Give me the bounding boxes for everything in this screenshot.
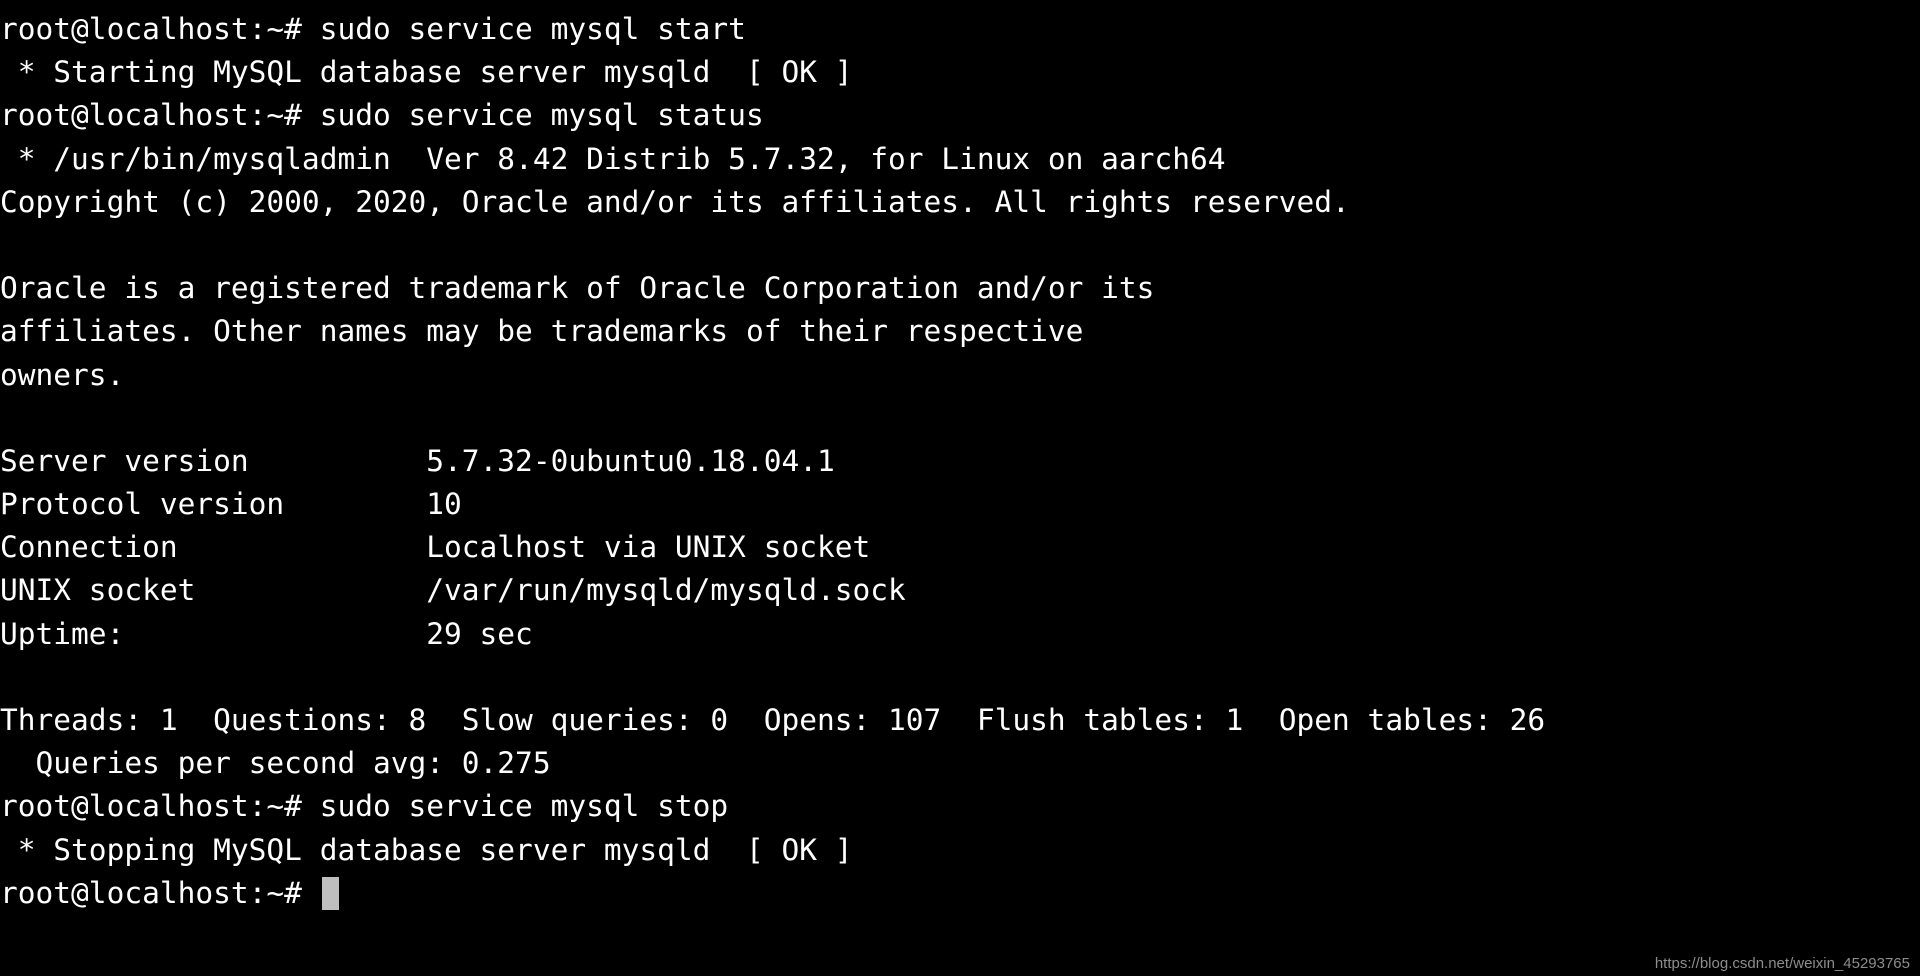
terminal-line-command-stop: root@localhost:~# sudo service mysql sto… [0, 789, 729, 824]
watermark-url: https://blog.csdn.net/weixin_45293765 [1654, 955, 1910, 972]
terminal-line-threads-stats: Threads: 1 Questions: 8 Slow queries: 0 … [0, 703, 1546, 737]
terminal-line-blank-1 [0, 224, 1920, 267]
terminal-line-queries-per-second: Queries per second avg: 0.275 [0, 746, 551, 781]
terminal-line-protocol-version: Protocol version 10 [0, 487, 462, 522]
terminal-line-server-version: Server version 5.7.32-0ubuntu0.18.04.1 [0, 443, 835, 478]
terminal-line-trademark-1: Oracle is a registered trademark of Orac… [0, 271, 1155, 306]
terminal-line-blank-3 [0, 656, 1920, 699]
terminal-line-blank-2 [0, 397, 1920, 440]
terminal-line-connection: Connection Localhost via UNIX socket [0, 530, 871, 565]
terminal-line-unix-socket: UNIX socket /var/run/mysqld/mysqld.sock [0, 573, 906, 608]
terminal-line-mysqladmin-version: * /usr/bin/mysqladmin Ver 8.42 Distrib 5… [0, 141, 1226, 176]
terminal-line-uptime: Uptime: 29 sec [0, 616, 533, 651]
terminal-line-command-start: root@localhost:~# sudo service mysql sta… [0, 12, 746, 46]
text-cursor-block [321, 876, 339, 910]
terminal-window[interactable]: root@localhost:~# sudo service mysql sta… [0, 0, 1920, 976]
terminal-line-trademark-3: owners. [0, 357, 125, 392]
terminal-line-start-status: * Starting MySQL database server mysqld … [0, 55, 853, 90]
terminal-line-stop-status: * Stopping MySQL database server mysqld … [0, 832, 853, 867]
terminal-line-copyright: Copyright (c) 2000, 2020, Oracle and/or … [0, 184, 1350, 219]
terminal-line-command-status: root@localhost:~# sudo service mysql sta… [0, 98, 764, 133]
terminal-prompt-line[interactable]: root@localhost:~# [0, 872, 1920, 915]
terminal-line-trademark-2: affiliates. Other names may be trademark… [0, 314, 1084, 349]
shell-prompt: root@localhost:~# [0, 875, 320, 910]
